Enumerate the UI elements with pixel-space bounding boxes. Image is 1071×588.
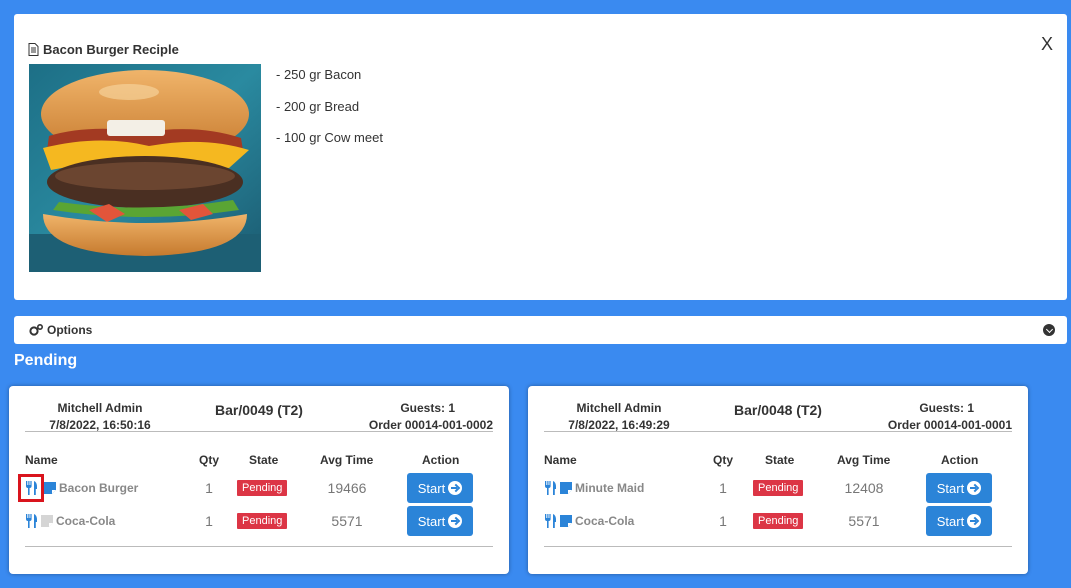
- chevron-down-icon[interactable]: [1043, 324, 1055, 336]
- order-guests: Guests: 1: [919, 401, 974, 415]
- col-name-header: Name: [25, 453, 58, 467]
- start-button[interactable]: Start: [407, 473, 473, 503]
- item-qty: 1: [205, 480, 213, 496]
- order-line: Coca-Cola 1 Pending 5571 Start: [9, 505, 509, 537]
- item-avg-time: 12408: [844, 480, 884, 496]
- recipe-title: Bacon Burger Reciple: [28, 42, 179, 57]
- divider: [544, 546, 1012, 547]
- order-datetime: 7/8/2022, 16:49:29: [568, 418, 670, 432]
- item-avg-time: 19466: [327, 480, 367, 496]
- item-name: Coca-Cola: [56, 514, 116, 528]
- ingredient-item: - 100 gr Cow meet: [276, 130, 383, 145]
- order-number: Order 00014-001-0001: [887, 418, 1012, 432]
- start-label: Start: [936, 513, 965, 529]
- col-avg-header: Avg Time: [837, 453, 891, 467]
- highlight-box[interactable]: [18, 474, 44, 502]
- item-qty: 1: [719, 480, 727, 496]
- start-button[interactable]: Start: [926, 473, 992, 503]
- note-icon[interactable]: [560, 515, 572, 527]
- order-guests: Guests: 1: [400, 401, 455, 415]
- note-icon[interactable]: [44, 482, 56, 494]
- recipe-title-text: Bacon Burger Reciple: [43, 42, 179, 57]
- order-header: Mitchell Admin 7/8/2022, 16:49:29 Bar/00…: [544, 398, 1012, 432]
- col-action-header: Action: [941, 453, 979, 467]
- recipe-panel: Bacon Burger Reciple X - 250 gr Bacon - …: [14, 14, 1067, 300]
- status-badge: Pending: [237, 513, 288, 529]
- burger-photo: [29, 64, 261, 272]
- order-datetime: 7/8/2022, 16:50:16: [49, 418, 151, 432]
- order-header: Mitchell Admin 7/8/2022, 16:50:16 Bar/00…: [25, 398, 493, 432]
- start-button[interactable]: Start: [407, 506, 473, 536]
- item-avg-time: 5571: [331, 513, 363, 529]
- col-qty-header: Qty: [713, 453, 734, 467]
- cogs-icon: [29, 324, 43, 336]
- pending-heading: Pending: [14, 352, 78, 369]
- start-button[interactable]: Start: [926, 506, 992, 536]
- item-name: Minute Maid: [575, 481, 645, 495]
- item-qty: 1: [205, 513, 213, 529]
- order-card: Mitchell Admin 7/8/2022, 16:50:16 Bar/00…: [9, 386, 509, 574]
- item-avg-time: 5571: [848, 513, 880, 529]
- status-badge: Pending: [237, 480, 288, 496]
- utensils-icon[interactable]: [544, 514, 557, 528]
- options-label: Options: [47, 323, 93, 337]
- start-label: Start: [936, 480, 965, 496]
- status-badge: Pending: [753, 513, 804, 529]
- order-ref: Bar/0048 (T2): [734, 402, 822, 418]
- order-line: Bacon Burger 1 Pending 19466 Start: [9, 472, 509, 504]
- utensils-icon[interactable]: [25, 481, 38, 495]
- start-label: Start: [417, 480, 446, 496]
- close-button[interactable]: X: [1041, 34, 1053, 55]
- order-user: Mitchell Admin: [57, 401, 143, 415]
- order-ref: Bar/0049 (T2): [215, 402, 303, 418]
- ingredient-item: - 200 gr Bread: [276, 98, 360, 114]
- arrow-right-icon: [448, 481, 463, 495]
- document-icon: [28, 43, 39, 56]
- order-line: Coca-Cola 1 Pending 5571 Start: [528, 505, 1028, 537]
- start-label: Start: [417, 513, 446, 529]
- arrow-right-icon: [967, 481, 982, 495]
- order-number: Order 00014-001-0002: [368, 418, 493, 432]
- col-state-header: State: [765, 453, 795, 467]
- order-user: Mitchell Admin: [576, 401, 662, 415]
- ingredient-list: - 250 gr Bacon - 200 gr Bread - 100 gr C…: [276, 67, 383, 162]
- divider: [25, 546, 493, 547]
- utensils-icon[interactable]: [25, 514, 38, 528]
- note-icon[interactable]: [41, 515, 53, 527]
- ingredient-item: - 250 gr Bacon: [276, 67, 362, 82]
- order-line: Minute Maid 1 Pending 12408 Start: [528, 472, 1028, 504]
- item-qty: 1: [719, 513, 727, 529]
- arrow-right-icon: [967, 514, 982, 528]
- col-name-header: Name: [544, 453, 577, 467]
- col-action-header: Action: [422, 453, 460, 467]
- item-name: Coca-Cola: [575, 514, 635, 528]
- status-badge: Pending: [753, 480, 804, 496]
- order-card: Mitchell Admin 7/8/2022, 16:49:29 Bar/00…: [528, 386, 1028, 574]
- options-bar[interactable]: Options: [14, 316, 1067, 344]
- item-name: Bacon Burger: [59, 481, 139, 495]
- options-toggle[interactable]: Options: [29, 323, 92, 337]
- note-icon[interactable]: [560, 482, 572, 494]
- arrow-right-icon: [448, 514, 463, 528]
- col-state-header: State: [249, 453, 279, 467]
- col-avg-header: Avg Time: [320, 453, 374, 467]
- col-qty-header: Qty: [199, 453, 220, 467]
- utensils-icon[interactable]: [544, 481, 557, 495]
